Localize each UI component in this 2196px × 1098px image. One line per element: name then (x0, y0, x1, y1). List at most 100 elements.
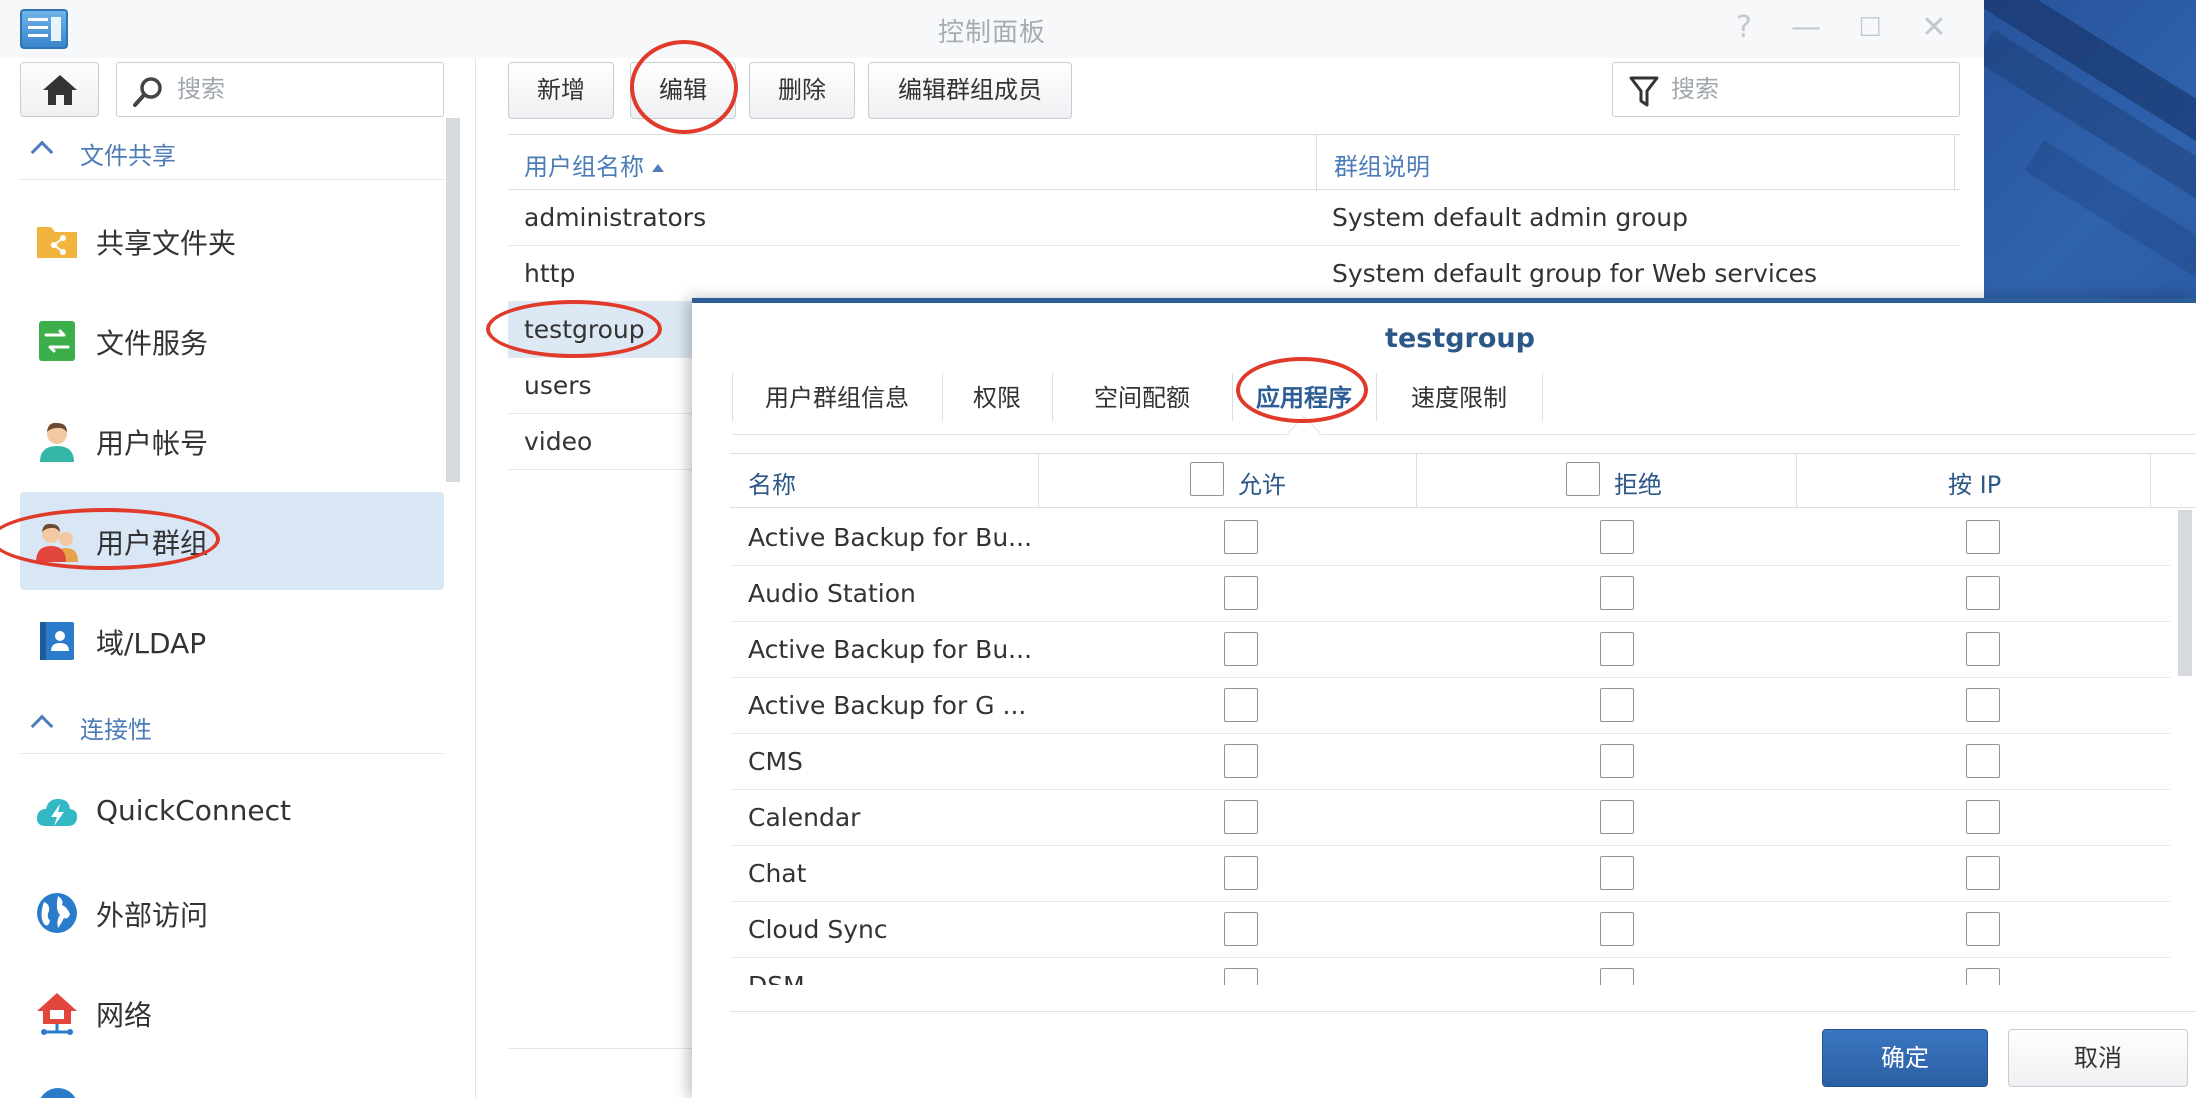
group-search-box[interactable] (1612, 62, 1960, 117)
list-item: Active Backup for Bu... (730, 622, 2170, 678)
sidebar: 文件共享 共享文件夹 文件服务 用户帐号 (0, 58, 476, 1098)
deny-all-checkbox[interactable] (1566, 462, 1600, 496)
sidebar-search-input[interactable] (177, 73, 427, 105)
deny-checkbox[interactable] (1600, 576, 1634, 610)
delete-button[interactable]: 删除 (749, 62, 855, 119)
by-ip-checkbox[interactable] (1966, 576, 2000, 610)
quickconnect-icon (36, 799, 78, 826)
deny-checkbox[interactable] (1600, 688, 1634, 722)
window-title: 控制面板 (937, 18, 1046, 48)
column-header-by-ip: 按 IP (1948, 471, 2002, 499)
sidebar-item-user-group[interactable]: 用户群组 (20, 492, 444, 590)
app-name: Active Backup for Bu... (748, 523, 1033, 552)
list-item: Audio Station (730, 566, 2170, 622)
list-item: Active Backup for G ... (730, 678, 2170, 734)
allow-checkbox[interactable] (1224, 856, 1258, 890)
by-ip-checkbox[interactable] (1966, 912, 2000, 946)
edit-group-dialog: testgroup 用户群组信息 权限 空间配额 应用程序 速度限制 名称 允许… (692, 298, 2196, 1098)
tab-permissions[interactable]: 权限 (942, 373, 1052, 435)
dialog-title: testgroup (1385, 323, 1535, 354)
app-name: Cloud Sync (748, 915, 888, 944)
help-icon[interactable]: ? (1726, 10, 1762, 46)
sidebar-search-box[interactable] (116, 62, 444, 117)
tab-quota[interactable]: 空间配额 (1052, 373, 1232, 435)
table-row[interactable]: http System default group for Web servic… (508, 246, 1960, 302)
sidebar-item-external-access[interactable]: 外部访问 (20, 864, 444, 962)
list-item: CMS (730, 734, 2170, 790)
app-name: Calendar (748, 803, 861, 832)
deny-checkbox[interactable] (1600, 520, 1634, 554)
by-ip-checkbox[interactable] (1966, 632, 2000, 666)
ok-button[interactable]: 确定 (1822, 1029, 1988, 1087)
list-item: Active Backup for Bu... (730, 510, 2170, 566)
app-name: Chat (748, 859, 807, 888)
allow-checkbox[interactable] (1224, 800, 1258, 834)
tab-speed-limit[interactable]: 速度限制 (1376, 373, 1542, 435)
column-header-allow: 允许 (1238, 471, 1286, 499)
by-ip-checkbox[interactable] (1966, 520, 2000, 554)
deny-checkbox[interactable] (1600, 912, 1634, 946)
by-ip-checkbox[interactable] (1966, 968, 2000, 985)
edit-group-members-button[interactable]: 编辑群组成员 (868, 62, 1072, 119)
sidebar-item-file-services[interactable]: 文件服务 (20, 292, 444, 390)
home-icon (43, 75, 77, 105)
column-header-name: 名称 (748, 471, 796, 499)
close-icon[interactable]: ✕ (1916, 10, 1952, 46)
add-button[interactable]: 新增 (508, 62, 614, 119)
chevron-up-icon (30, 140, 54, 164)
sort-ascending-icon (652, 164, 664, 172)
home-button[interactable] (20, 62, 99, 117)
shared-folder-icon (37, 227, 77, 258)
allow-checkbox[interactable] (1224, 576, 1258, 610)
deny-checkbox[interactable] (1600, 968, 1634, 985)
app-name: Audio Station (748, 579, 916, 608)
allow-checkbox[interactable] (1224, 632, 1258, 666)
app-name: DSM (748, 971, 805, 985)
minimize-icon[interactable]: — (1788, 10, 1824, 46)
column-header-group-name[interactable]: 用户组名称 (524, 147, 664, 182)
deny-checkbox[interactable] (1600, 856, 1634, 890)
sidebar-item-quickconnect[interactable]: QuickConnect (20, 764, 444, 862)
by-ip-checkbox[interactable] (1966, 856, 2000, 890)
domain-ldap-icon (40, 622, 74, 660)
allow-checkbox[interactable] (1224, 912, 1258, 946)
sidebar-item-network[interactable]: 网络 (20, 964, 444, 1062)
network-icon (37, 993, 77, 1035)
sidebar-item-user-account[interactable]: 用户帐号 (20, 392, 444, 490)
table-row[interactable]: administrators System default admin grou… (508, 190, 1960, 246)
list-item: Cloud Sync (730, 902, 2170, 958)
user-group-icon (36, 523, 78, 562)
allow-checkbox[interactable] (1224, 520, 1258, 554)
list-item: Calendar (730, 790, 2170, 846)
permission-table-scrollbar[interactable] (2178, 510, 2192, 676)
by-ip-checkbox[interactable] (1966, 688, 2000, 722)
by-ip-checkbox[interactable] (1966, 800, 2000, 834)
by-ip-checkbox[interactable] (1966, 744, 2000, 778)
cancel-button[interactable]: 取消 (2008, 1029, 2188, 1087)
sidebar-item-domain-ldap[interactable]: 域/LDAP (20, 592, 444, 690)
title-bar: 控制面板 ? — ☐ ✕ (0, 0, 1984, 58)
app-name: Active Backup for Bu... (748, 635, 1033, 664)
maximize-icon[interactable]: ☐ (1852, 10, 1888, 46)
search-icon (133, 77, 162, 107)
allow-checkbox[interactable] (1224, 968, 1258, 985)
partial-sidebar-icon (38, 1088, 78, 1098)
section-file-sharing[interactable]: 文件共享 (20, 124, 444, 180)
deny-checkbox[interactable] (1600, 800, 1634, 834)
allow-checkbox[interactable] (1224, 688, 1258, 722)
sidebar-item-shared-folder[interactable]: 共享文件夹 (20, 192, 444, 290)
dialog-tab-bar: 用户群组信息 权限 空间配额 应用程序 速度限制 (732, 373, 2196, 435)
tab-group-info[interactable]: 用户群组信息 (732, 373, 942, 435)
application-permission-table: 名称 允许 拒绝 按 IP Active Backup for Bu... Aud… (730, 453, 2196, 985)
edit-button[interactable]: 编辑 (630, 62, 736, 119)
app-name: Active Backup for G ... (748, 691, 1027, 720)
section-connectivity[interactable]: 连接性 (20, 698, 444, 754)
group-table-header: 用户组名称 群组说明 (508, 134, 1960, 191)
deny-checkbox[interactable] (1600, 632, 1634, 666)
allow-checkbox[interactable] (1224, 744, 1258, 778)
deny-checkbox[interactable] (1600, 744, 1634, 778)
column-header-description[interactable]: 群组说明 (1334, 147, 1430, 182)
sidebar-scrollbar[interactable] (446, 118, 460, 482)
allow-all-checkbox[interactable] (1190, 462, 1224, 496)
group-search-input[interactable] (1671, 73, 1941, 105)
